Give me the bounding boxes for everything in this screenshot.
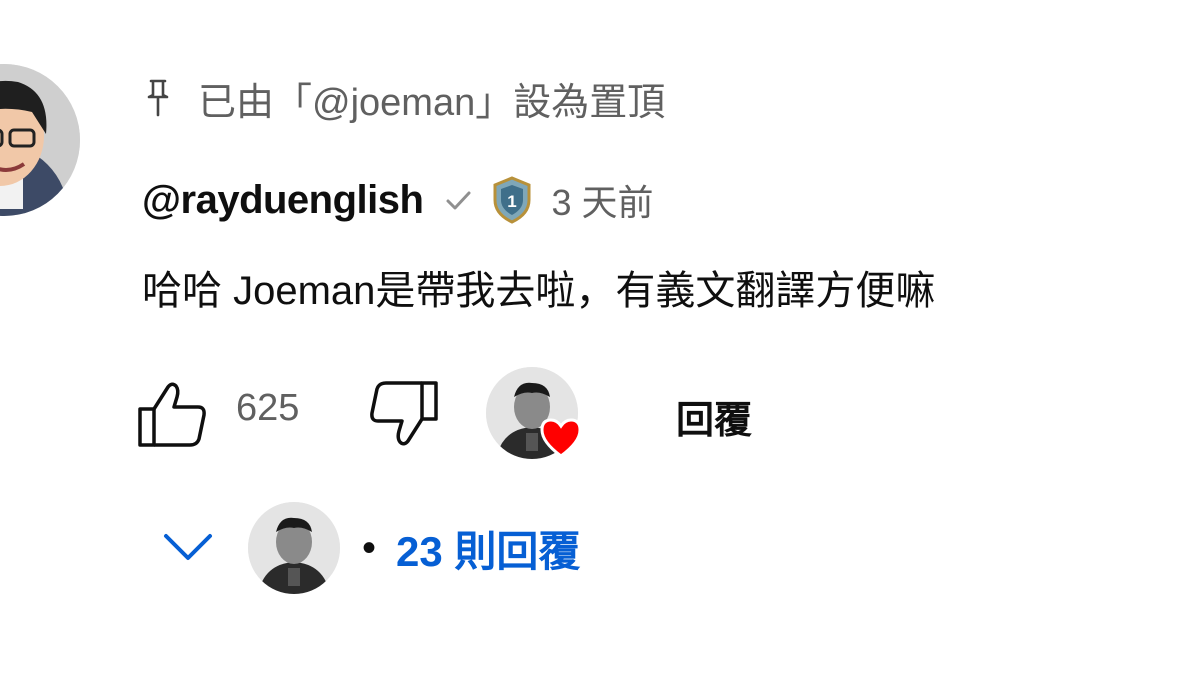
view-replies-button[interactable]: • 23 則回覆: [156, 500, 580, 596]
pinned-indicator: 已由「@joeman」設為置頂: [140, 70, 665, 126]
like-count: 625: [236, 387, 300, 429]
comment-body: 哈哈 Joeman是帶我去啦，有義文翻譯方便嘛: [142, 269, 936, 313]
checkmark-icon: [443, 184, 475, 216]
pinned-text: 已由「@joeman」設為置頂: [198, 81, 666, 124]
heart-icon: [538, 415, 584, 459]
commenter-avatar[interactable]: [0, 64, 80, 216]
like-button[interactable]: [136, 379, 208, 449]
replies-count[interactable]: 23 則回覆: [396, 518, 580, 579]
member-badge-icon[interactable]: 1: [491, 175, 535, 225]
reply-button[interactable]: 回覆: [676, 389, 752, 444]
svg-text:1: 1: [508, 192, 517, 211]
comment-timestamp[interactable]: 3 天前: [551, 174, 653, 226]
pin-icon: [140, 78, 176, 118]
creator-heart[interactable]: [486, 367, 586, 463]
comment-thread: 已由「@joeman」設為置頂 @rayduenglish 1 3 天前 哈哈 …: [0, 0, 1200, 675]
author-row: @rayduenglish 1 3 天前: [142, 172, 653, 228]
author-name[interactable]: @rayduenglish: [142, 178, 424, 223]
reply-avatar: [248, 502, 340, 594]
separator-dot: •: [362, 525, 377, 570]
chevron-down-icon: [164, 534, 212, 560]
dislike-button[interactable]: [368, 379, 440, 449]
comment-actions: 625 回覆: [136, 365, 1136, 461]
